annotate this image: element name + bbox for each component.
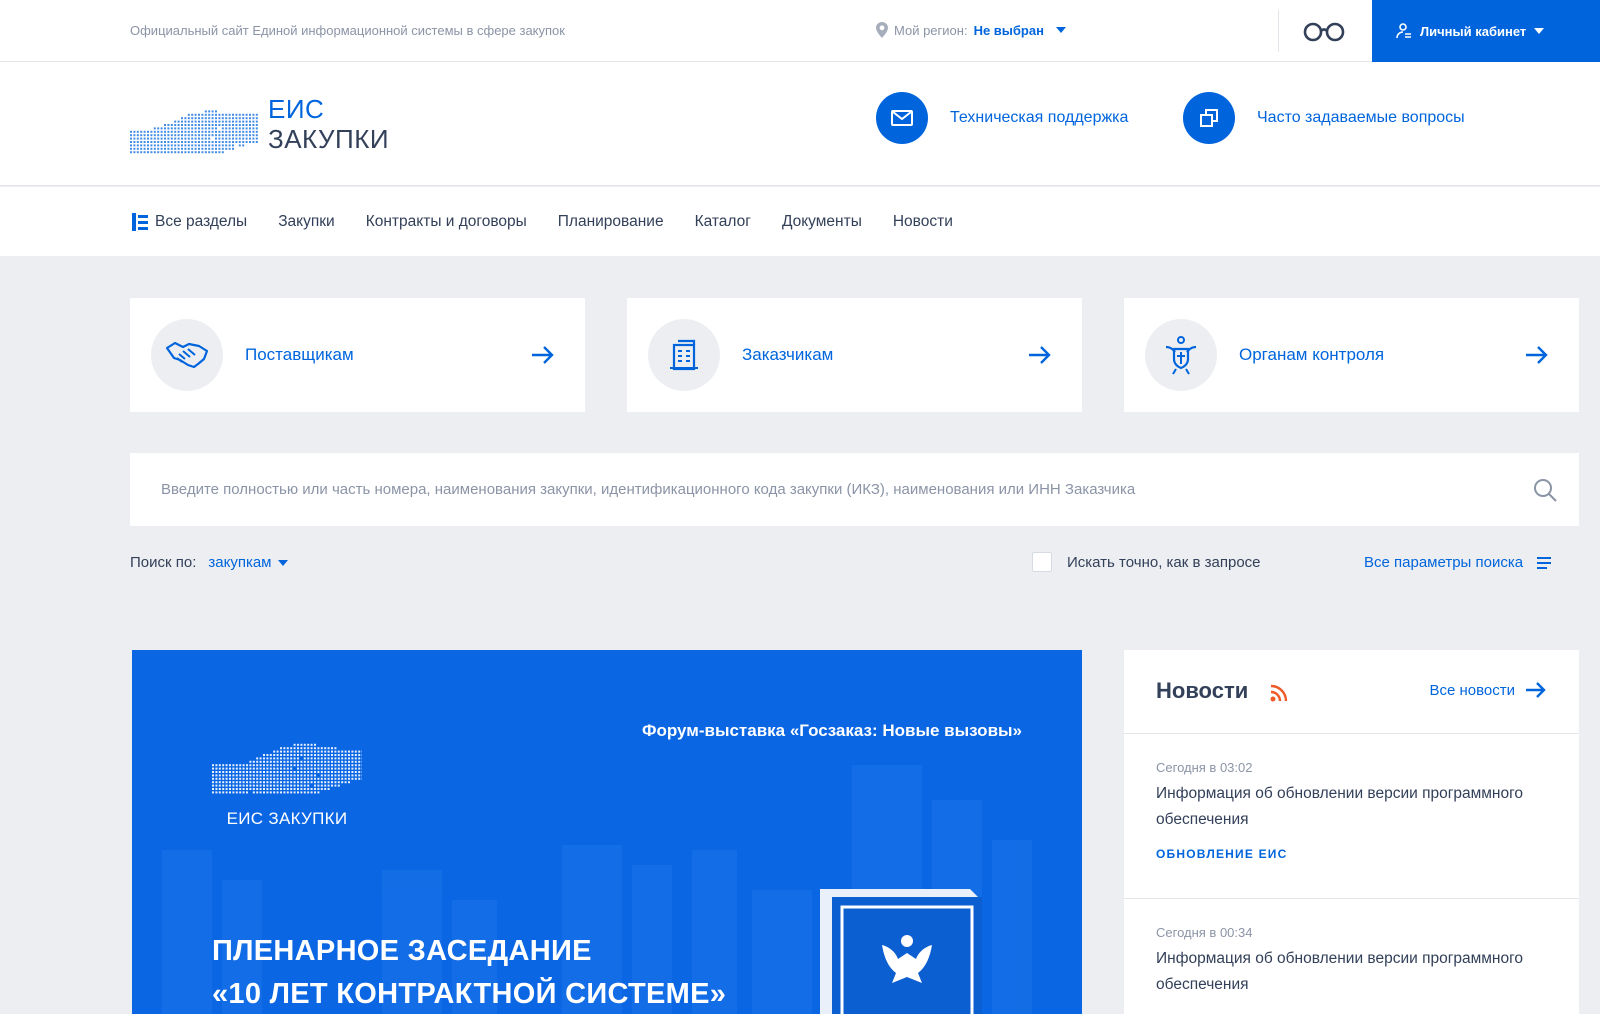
nav-item-purchases[interactable]: Закупки: [278, 213, 335, 231]
chevron-down-icon: [277, 559, 288, 566]
promo-banner[interactable]: ЕИС ЗАКУПКИ Форум-выставка «Госзаказ: Но…: [132, 650, 1082, 1014]
sections-tree-icon: [132, 212, 148, 231]
banner-forum-title: Форум-выставка «Госзаказ: Новые вызовы»: [641, 721, 1022, 740]
region-value[interactable]: Не выбран: [974, 23, 1044, 38]
book-with-emblem-image: [820, 889, 982, 1014]
emblem-icon: [1145, 319, 1217, 391]
logo[interactable]: ЕИС ЗАКУПКИ: [130, 90, 389, 158]
logo-line2: ЗАКУПКИ: [268, 124, 390, 154]
nav-all-sections-label: Все разделы: [155, 212, 248, 230]
location-pin-icon: [876, 22, 888, 38]
news-tag[interactable]: ОБНОВЛЕНИЕ ЕИС: [1156, 847, 1547, 898]
news-time: Сегодня в 03:02: [1156, 760, 1253, 775]
tech-support-label: Техническая поддержка: [950, 109, 1129, 126]
nav-item-news[interactable]: Новости: [893, 213, 953, 231]
russia-map-logo-icon: [212, 743, 364, 794]
filter-lines-icon: [1537, 556, 1552, 569]
faq-label: Часто задаваемые вопросы: [1257, 109, 1465, 126]
news-time: Сегодня в 00:34: [1156, 925, 1253, 940]
arrow-right-icon: [1526, 682, 1546, 698]
arrow-right-icon: [1029, 346, 1051, 364]
region-selector[interactable]: Мой регион: Не выбран: [876, 22, 1066, 38]
news-header: Новости Все новости: [1124, 650, 1579, 734]
news-item[interactable]: Сегодня в 03:02 Информация об обновлении…: [1124, 734, 1579, 899]
card-customers-label: Заказчикам: [742, 345, 834, 364]
arrow-right-icon: [1526, 346, 1548, 364]
rss-icon[interactable]: [1270, 684, 1288, 702]
all-news-label: Все новости: [1429, 681, 1515, 699]
russia-map-logo-icon: [130, 110, 258, 154]
news-title: Новости: [1156, 678, 1249, 703]
region-label: Мой регион:: [894, 22, 968, 38]
user-icon: [1396, 23, 1411, 39]
news-text[interactable]: Информация об обновлении версии программ…: [1156, 946, 1547, 998]
banner-logo: ЕИС ЗАКУПКИ: [212, 720, 364, 829]
official-site-text: Официальный сайт Единой информационной с…: [130, 23, 565, 38]
header: ЕИС ЗАКУПКИ Техническая поддержка Часто …: [0, 62, 1600, 186]
card-customers[interactable]: Заказчикам: [627, 298, 1082, 412]
main-nav: Все разделы Закупки Контракты и договоры…: [0, 187, 1600, 256]
logo-line1: ЕИС: [268, 94, 325, 124]
card-control-bodies[interactable]: Органам контроля: [1124, 298, 1579, 412]
search-by-label: Поиск по:: [130, 554, 197, 571]
search-by: Поиск по: закупкам: [130, 554, 288, 571]
exact-match-option[interactable]: Искать точно, как в запросе: [1032, 552, 1261, 572]
search-box: [130, 453, 1579, 526]
nav-all-sections[interactable]: Все разделы: [132, 212, 248, 231]
card-suppliers-label: Поставщикам: [245, 345, 354, 364]
news-panel: Новости Все новости Сегодня в 03:02 Инфо…: [1124, 650, 1579, 1014]
envelope-icon: [876, 92, 928, 144]
news-text[interactable]: Информация об обновлении версии программ…: [1156, 781, 1547, 833]
banner-logo-text: ЕИС ЗАКУПКИ: [226, 809, 348, 828]
all-search-params-link[interactable]: Все параметры поиска: [1364, 554, 1552, 571]
faq-link[interactable]: Часто задаваемые вопросы: [1183, 92, 1465, 144]
nav-item-documents[interactable]: Документы: [782, 213, 862, 231]
arrow-right-icon: [532, 346, 554, 364]
divider: [1278, 10, 1279, 52]
handshake-icon: [151, 319, 223, 391]
all-news-link[interactable]: Все новости: [1429, 681, 1547, 699]
nav-item-catalog[interactable]: Каталог: [695, 213, 751, 231]
cabinet-label: Личный кабинет: [1420, 23, 1527, 39]
building-icon: [648, 319, 720, 391]
all-search-params-label: Все параметры поиска: [1364, 554, 1524, 571]
news-item[interactable]: Сегодня в 00:34 Информация об обновлении…: [1124, 899, 1579, 998]
personal-cabinet-button[interactable]: Личный кабинет: [1372, 0, 1600, 62]
exact-match-label: Искать точно, как в запросе: [1067, 553, 1261, 571]
card-control-bodies-label: Органам контроля: [1239, 345, 1385, 364]
banner-headline-line2: «10 ЛЕТ КОНТРАКТНОЙ СИСТЕМЕ»: [212, 978, 727, 1010]
banner-headline: ПЛЕНАРНОЕ ЗАСЕДАНИЕ «10 ЛЕТ КОНТРАКТНОЙ …: [212, 930, 726, 1014]
chevron-down-icon: [1534, 28, 1545, 34]
search-input[interactable]: [130, 453, 1579, 526]
banner-headline-line1: ПЛЕНАРНОЕ ЗАСЕДАНИЕ: [212, 935, 592, 967]
nav-item-planning[interactable]: Планирование: [558, 213, 664, 231]
exact-match-checkbox[interactable]: [1032, 552, 1052, 572]
search-icon[interactable]: [1533, 478, 1557, 502]
tech-support-link[interactable]: Техническая поддержка: [876, 92, 1128, 144]
nav-item-contracts[interactable]: Контракты и договоры: [366, 213, 527, 231]
accessibility-glasses-icon[interactable]: [1302, 19, 1346, 43]
copy-icon: [1183, 92, 1235, 144]
chevron-down-icon: [1055, 27, 1066, 33]
top-bar: Официальный сайт Единой информационной с…: [0, 0, 1600, 62]
search-by-value: закупкам: [208, 554, 272, 571]
card-suppliers[interactable]: Поставщикам: [130, 298, 585, 412]
search-by-dropdown[interactable]: закупкам: [208, 554, 288, 571]
